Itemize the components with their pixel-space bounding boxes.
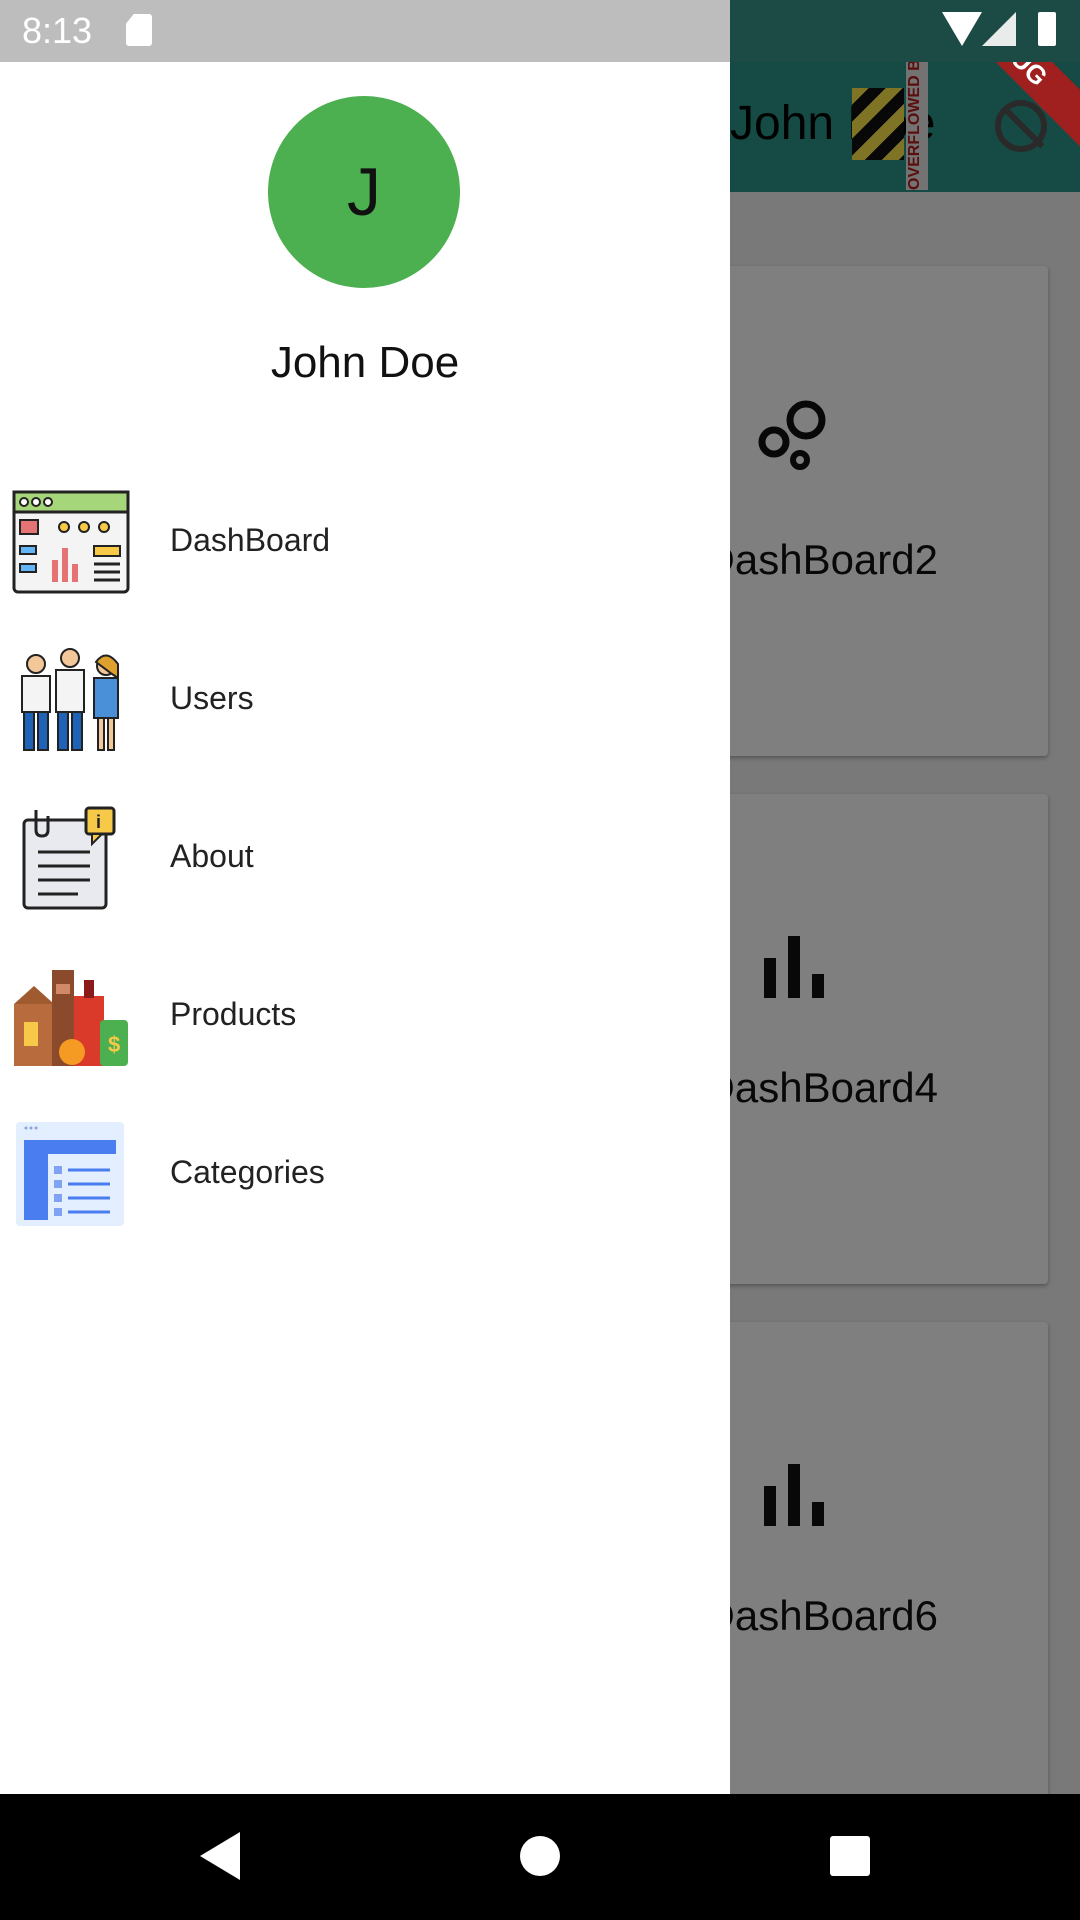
battery-icon	[1038, 12, 1056, 46]
drawer-item-about[interactable]: i About	[0, 782, 730, 932]
avatar-initial: J	[347, 154, 381, 230]
dashboard-icon	[12, 490, 130, 594]
about-icon: i	[22, 806, 116, 910]
system-nav-bar	[0, 1794, 1080, 1920]
svg-text:$: $	[108, 1032, 120, 1057]
signal-icon	[982, 12, 1016, 46]
status-time: 8:13	[22, 10, 93, 51]
drawer-item-label: DashBoard	[170, 522, 331, 558]
users-icon	[21, 648, 119, 751]
categories-icon	[16, 1122, 124, 1226]
sd-card-icon	[126, 14, 152, 46]
drawer-item-categories[interactable]: Categories	[0, 1098, 730, 1248]
drawer-item-label: Users	[170, 680, 254, 716]
status-bar-right	[730, 0, 1080, 62]
drawer-item-label: About	[170, 838, 254, 874]
drawer-item-label: Categories	[170, 1154, 325, 1190]
navigation-drawer: J John Doe DashBoard Users i About $ Pro…	[0, 62, 730, 1794]
drawer-item-products[interactable]: $ Products	[0, 940, 730, 1090]
avatar[interactable]: J	[268, 96, 460, 288]
drawer-user-name: John Doe	[270, 338, 460, 387]
home-icon[interactable]	[520, 1836, 560, 1876]
recents-icon[interactable]	[830, 1836, 870, 1876]
drawer-item-users[interactable]: Users	[0, 624, 730, 774]
wifi-icon	[942, 12, 982, 46]
svg-text:i: i	[96, 812, 101, 832]
status-bar: 8:13	[0, 0, 730, 62]
drawer-item-dashboard[interactable]: DashBoard	[0, 466, 730, 616]
products-icon: $	[14, 970, 128, 1066]
drawer-item-label: Products	[170, 996, 297, 1032]
back-icon[interactable]	[200, 1832, 240, 1880]
